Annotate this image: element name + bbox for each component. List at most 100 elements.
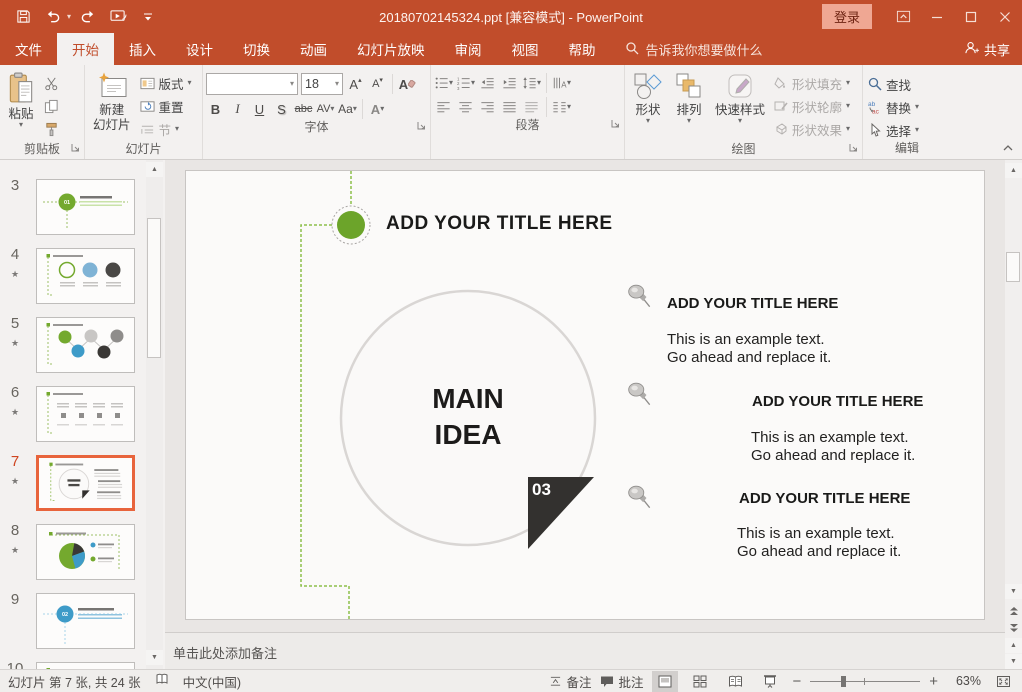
scroll-thumb[interactable]	[1006, 252, 1020, 282]
tab-file[interactable]: 文件	[0, 33, 57, 65]
close-button[interactable]	[988, 0, 1022, 33]
text-direction-button[interactable]: A▾	[552, 73, 571, 93]
share-button[interactable]: 共享	[964, 33, 1010, 65]
bold-button[interactable]: B	[206, 99, 225, 119]
collapse-ribbon-icon[interactable]	[1002, 140, 1014, 155]
block3-line2[interactable]: Go ahead and replace it.	[737, 543, 901, 560]
undo-icon[interactable]	[40, 4, 66, 30]
grow-font-button[interactable]: A▴	[346, 74, 365, 94]
slideshow-view-button[interactable]	[757, 671, 783, 692]
block3-line1[interactable]: This is an example text.	[737, 525, 895, 542]
distribute-text-button[interactable]	[522, 97, 541, 117]
tab-design[interactable]: 设计	[171, 33, 228, 65]
shrink-font-button[interactable]: A▾	[368, 74, 387, 94]
tab-insert[interactable]: 插入	[114, 33, 171, 65]
copy-icon[interactable]	[41, 96, 61, 116]
customize-qat-icon[interactable]	[135, 4, 161, 30]
increase-indent-button[interactable]	[500, 73, 519, 93]
slide-sorter-view-button[interactable]	[687, 671, 713, 692]
thumbnail-scroll-up-icon[interactable]: ▲	[146, 162, 163, 177]
shapes-button[interactable]: 形状 ▾	[628, 68, 668, 140]
shape-outline-button[interactable]: 形状轮廓▾	[772, 96, 852, 116]
block2-line1[interactable]: This is an example text.	[751, 429, 909, 446]
normal-view-button[interactable]	[652, 671, 678, 692]
block1-line1[interactable]: This is an example text.	[667, 331, 825, 348]
italic-button[interactable]: I	[228, 99, 247, 119]
change-case-button[interactable]: Aa▾	[338, 99, 357, 119]
zoom-percentage[interactable]: 63%	[947, 674, 981, 688]
scroll-down-icon[interactable]: ▼	[1005, 584, 1022, 599]
quick-styles-button[interactable]: 快速样式 ▾	[710, 68, 770, 140]
align-right-button[interactable]	[478, 97, 497, 117]
redo-icon[interactable]	[75, 4, 101, 30]
tab-slideshow[interactable]: 幻灯片放映	[342, 33, 440, 65]
clipboard-dialog-launcher-icon[interactable]	[71, 140, 80, 156]
minimize-button[interactable]	[920, 0, 954, 33]
font-name-combo[interactable]: ▾	[206, 73, 298, 95]
shape-effects-button[interactable]: 形状效果▾	[772, 119, 852, 139]
tab-transitions[interactable]: 切换	[228, 33, 285, 65]
strikethrough-button[interactable]: abc	[294, 99, 313, 119]
paste-dropdown-icon[interactable]: ▾	[19, 122, 23, 128]
ribbon-display-options-icon[interactable]	[886, 0, 920, 33]
drawing-dialog-launcher-icon[interactable]	[849, 140, 858, 156]
slide-counter[interactable]: 幻灯片 第 7 张, 共 24 张	[8, 672, 141, 691]
notes-scroll-down-icon[interactable]: ▼	[1005, 654, 1022, 669]
arrange-button[interactable]: 排列 ▾	[670, 68, 708, 140]
notes-placeholder[interactable]: 单击此处添加备注	[173, 643, 277, 662]
tab-help[interactable]: 帮助	[554, 33, 611, 65]
underline-button[interactable]: U	[250, 99, 269, 119]
thumbnail-scrollbar[interactable]: ▲ ▼	[146, 160, 163, 669]
block3-title[interactable]: ADD YOUR TITLE HERE	[739, 490, 910, 507]
spellcheck-icon[interactable]	[155, 673, 169, 689]
paragraph-dialog-launcher-icon[interactable]	[611, 116, 620, 132]
zoom-slider-thumb[interactable]	[841, 676, 846, 687]
justify-button[interactable]	[500, 97, 519, 117]
bullets-button[interactable]: ▾	[434, 73, 453, 93]
zoom-out-button[interactable]: −	[792, 673, 801, 690]
select-button[interactable]: 选择▾	[866, 120, 948, 140]
slide-title-text[interactable]: ADD YOUR TITLE HERE	[386, 213, 613, 235]
tab-view[interactable]: 视图	[497, 33, 554, 65]
zoom-in-button[interactable]: +	[929, 673, 938, 690]
block2-line2[interactable]: Go ahead and replace it.	[751, 447, 915, 464]
thumbnail-scroll-down-icon[interactable]: ▼	[146, 650, 163, 665]
notes-toggle-button[interactable]: 备注	[549, 672, 591, 691]
tab-animations[interactable]: 动画	[285, 33, 342, 65]
thumbnail-scroll-thumb[interactable]	[147, 218, 161, 358]
slide-canvas[interactable]: ADD YOUR TITLE HERE MAIN IDEA 03 ADD YOU…	[185, 170, 985, 620]
scroll-up-icon[interactable]: ▲	[1005, 163, 1022, 178]
save-icon[interactable]	[10, 4, 36, 30]
main-idea-text[interactable]: MAIN IDEA	[368, 381, 568, 453]
next-slide-icon[interactable]	[1005, 620, 1022, 635]
previous-slide-icon[interactable]	[1005, 603, 1022, 618]
comments-toggle-button[interactable]: 批注	[600, 672, 643, 691]
replace-button[interactable]: abac 替换▾	[866, 97, 948, 117]
tab-review[interactable]: 审阅	[440, 33, 497, 65]
reading-view-button[interactable]	[722, 671, 748, 692]
columns-button[interactable]: ▾	[552, 97, 571, 117]
font-color-button[interactable]: A▾	[368, 99, 387, 119]
line-spacing-button[interactable]: ▾	[522, 73, 541, 93]
layout-button[interactable]: 版式▾	[138, 73, 194, 93]
format-painter-icon[interactable]	[41, 119, 61, 139]
character-spacing-button[interactable]: AV▾	[316, 99, 335, 119]
undo-dropdown-icon[interactable]: ▾	[67, 12, 71, 21]
align-left-button[interactable]	[434, 97, 453, 117]
reset-button[interactable]: 重置	[138, 96, 194, 116]
section-button[interactable]: 节▾	[138, 119, 194, 139]
block2-title[interactable]: ADD YOUR TITLE HERE	[752, 393, 923, 410]
text-shadow-button[interactable]: S	[272, 99, 291, 119]
zoom-slider[interactable]	[810, 675, 920, 687]
new-slide-button[interactable]: 新建 幻灯片	[88, 68, 136, 140]
font-size-combo[interactable]: 18▾	[301, 73, 343, 95]
shape-fill-button[interactable]: 形状填充▾	[772, 73, 852, 93]
language-indicator[interactable]: 中文(中国)	[183, 672, 241, 691]
numbering-button[interactable]: 123▾	[456, 73, 475, 93]
find-button[interactable]: 查找	[866, 74, 948, 94]
notes-scroll-up-icon[interactable]: ▲	[1005, 638, 1022, 653]
cut-icon[interactable]	[41, 73, 61, 93]
block1-line2[interactable]: Go ahead and replace it.	[667, 349, 831, 366]
notes-pane[interactable]: 单击此处添加备注	[165, 632, 1005, 669]
decrease-indent-button[interactable]	[478, 73, 497, 93]
